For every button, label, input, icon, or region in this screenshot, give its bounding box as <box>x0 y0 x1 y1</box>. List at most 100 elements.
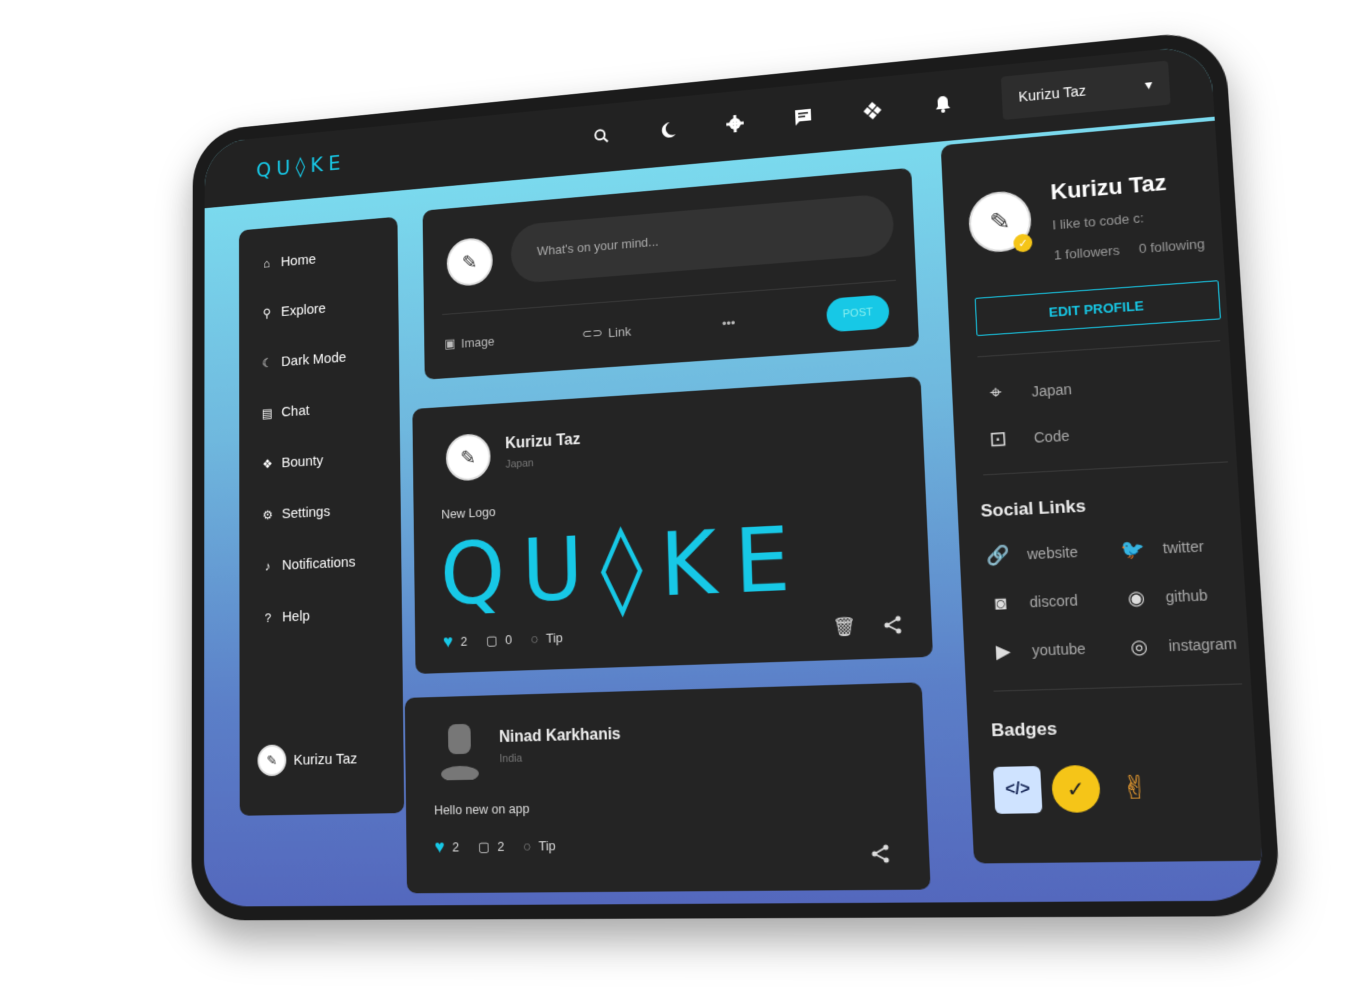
badges-list: </> ✓ ✌ <box>993 764 1161 814</box>
search-icon[interactable] <box>588 122 615 151</box>
followers-count[interactable]: 1 followers <box>1054 243 1120 263</box>
help-icon: ? <box>264 610 272 626</box>
chat-icon: ▤ <box>261 405 273 421</box>
avatar: ✎ <box>445 432 491 482</box>
chat-icon[interactable] <box>789 102 818 132</box>
sidebar-item-bounty[interactable]: ❖ Bounty <box>260 453 323 473</box>
share-icon[interactable] <box>882 614 904 641</box>
post-author[interactable]: Kurizu Taz <box>505 431 580 453</box>
post-image-logo: QU◊KE <box>439 506 811 625</box>
comment-button[interactable]: ▢ 0 <box>486 632 512 649</box>
post-actions: ♥ 2 ▢ 0 ◌ Tip <box>443 627 563 652</box>
gear-icon: ⚙ <box>262 507 273 522</box>
social-label: twitter <box>1162 537 1205 557</box>
more-icon: ••• <box>721 315 736 332</box>
user-menu-label: Kurizu Taz <box>1018 82 1087 105</box>
profile-name: Kurizu Taz <box>1049 169 1168 205</box>
tip-button[interactable]: ◌ Tip <box>523 838 555 854</box>
social-link-instagram[interactable]: ◎ instagram <box>1124 630 1238 662</box>
post-card: ✎ Kurizu Taz Japan New Logo QU◊KE ♥ 2 ▢ 0 … <box>412 376 934 674</box>
gear-icon[interactable] <box>721 109 749 138</box>
comment-icon: ▢ <box>477 838 490 854</box>
sidebar: ⌂ Home ⚲ Explore ☾ Dark Mode ▤ Chat ❖ Bo… <box>238 216 405 816</box>
tip-label: Tip <box>538 838 556 854</box>
add-link-button[interactable]: ⊂⊃ Link <box>582 323 631 342</box>
social-label: github <box>1165 586 1209 606</box>
sidebar-item-label: Settings <box>281 503 331 523</box>
social-link-twitter[interactable]: 🐦 twitter <box>1119 532 1205 563</box>
profile-location: ⌖ Japan <box>983 377 1073 406</box>
profile-work-label: Code <box>1033 426 1070 446</box>
comment-count: 0 <box>505 632 513 648</box>
social-label: instagram <box>1168 634 1238 655</box>
app-logo[interactable]: QU◊KE <box>256 151 346 182</box>
bounty-icon[interactable] <box>858 96 887 126</box>
edit-profile-button[interactable]: EDIT PROFILE <box>974 280 1222 337</box>
add-image-label: Image <box>461 333 495 351</box>
trash-icon[interactable]: 🗑 <box>832 616 856 643</box>
social-link-youtube[interactable]: ▶ youtube <box>989 635 1086 666</box>
peace-hand-badge-icon[interactable]: ✌ <box>1110 764 1161 813</box>
post-location: Japan <box>505 457 534 471</box>
social-label: discord <box>1029 591 1079 611</box>
tablet-device: QU◊KE ? <box>191 28 1283 921</box>
social-label: website <box>1026 543 1079 563</box>
more-options-button[interactable]: ••• <box>722 315 736 331</box>
sidebar-item-label: Dark Mode <box>281 349 347 370</box>
twitter-icon: 🐦 <box>1120 537 1147 560</box>
post-text: New Logo <box>441 504 496 522</box>
avatar: ✎ <box>257 744 287 777</box>
social-link-github[interactable]: ◉ github <box>1121 581 1208 612</box>
whats-on-your-mind-input[interactable]: What's on your mind... <box>510 193 895 285</box>
social-link-website[interactable]: 🔗 website <box>984 538 1078 569</box>
social-link-discord[interactable]: ◙ discord <box>987 587 1079 618</box>
sidebar-item-notifications[interactable]: ♪ Notifications <box>261 554 356 575</box>
sidebar-item-home[interactable]: ⌂ Home <box>260 251 316 271</box>
link-icon: ⊂⊃ <box>581 325 603 342</box>
sidebar-item-label: Chat <box>281 402 310 421</box>
tip-button[interactable]: ◌ Tip <box>531 630 563 646</box>
sidebar-item-label: Notifications <box>281 553 356 574</box>
like-button[interactable]: ♥ 2 <box>434 836 459 857</box>
sidebar-item-settings[interactable]: ⚙ Settings <box>260 503 330 523</box>
post-right-actions <box>870 843 892 870</box>
avatar-placeholder-icon <box>439 723 481 783</box>
share-icon[interactable] <box>870 843 892 870</box>
image-icon: ▣ <box>444 335 456 351</box>
add-image-button[interactable]: ▣ Image <box>444 333 494 352</box>
github-icon: ◉ <box>1126 586 1146 609</box>
chevron-down-icon: ▾ <box>1144 75 1153 93</box>
page: QU◊KE ? <box>0 0 1366 987</box>
following-count[interactable]: 0 following <box>1138 236 1205 256</box>
code-badge-icon[interactable]: </> <box>993 765 1043 814</box>
sidebar-item-label: Explore <box>280 300 326 320</box>
post-actions: ♥ 2 ▢ 2 ◌ Tip <box>434 835 555 858</box>
sidebar-item-help[interactable]: ? Help <box>261 608 310 626</box>
social-label: youtube <box>1031 640 1087 659</box>
post-composer: ✎ What's on your mind... ▣ Image ⊂⊃ Link… <box>422 167 920 380</box>
sidebar-item-dark-mode[interactable]: ☾ Dark Mode <box>260 349 346 371</box>
moon-icon[interactable] <box>654 116 681 145</box>
briefcase-icon: ⊡ <box>988 427 1008 452</box>
sidebar-item-chat[interactable]: ▤ Chat <box>260 402 310 422</box>
bell-icon[interactable] <box>928 89 958 119</box>
badges-title: Badges <box>990 718 1058 741</box>
youtube-icon: ▶ <box>995 640 1012 662</box>
divider <box>983 461 1228 476</box>
profile-location-label: Japan <box>1031 380 1073 400</box>
search-icon: ⚲ <box>262 305 272 320</box>
post-button[interactable]: POST <box>826 294 890 333</box>
avatar: ✎ <box>446 236 494 288</box>
profile-panel: ✎ ✓ Kurizu Taz I like to code c: 1 follo… <box>940 118 1266 864</box>
divider <box>977 340 1221 358</box>
verified-badge-icon[interactable]: ✓ <box>1050 764 1102 813</box>
comment-icon: ▢ <box>485 632 498 648</box>
like-button[interactable]: ♥ 2 <box>443 631 468 653</box>
heart-icon: ♥ <box>442 631 454 652</box>
link-icon: 🔗 <box>986 543 1011 566</box>
post-author[interactable]: Ninad Karkhanis <box>499 726 621 747</box>
sidebar-user[interactable]: ✎ Kurizu Taz <box>257 743 357 777</box>
user-menu-dropdown[interactable]: Kurizu Taz ▾ <box>1000 60 1171 121</box>
comment-button[interactable]: ▢ 2 <box>478 838 505 855</box>
sidebar-item-explore[interactable]: ⚲ Explore <box>260 301 326 322</box>
